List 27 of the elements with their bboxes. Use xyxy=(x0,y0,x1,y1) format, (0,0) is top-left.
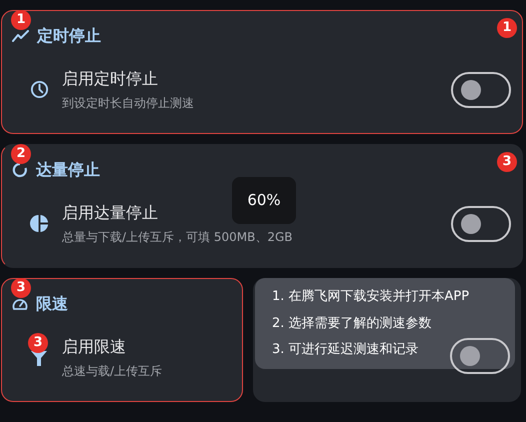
section-title: 达量停止 xyxy=(36,159,100,181)
ring-icon xyxy=(12,162,28,178)
percent-tooltip: 60% xyxy=(232,177,296,224)
annotation-marker: 3 xyxy=(11,278,31,298)
setting-label: 启用定时停止 xyxy=(62,68,159,90)
toggle-switch[interactable] xyxy=(451,72,511,108)
trend-icon xyxy=(12,30,29,42)
annotation-marker: 3 xyxy=(28,333,48,353)
instruction-step: 1. 在腾飞网下载安装并打开本APP xyxy=(272,287,470,306)
annotation-marker: 3 xyxy=(497,152,517,172)
toggle-switch[interactable] xyxy=(450,338,510,374)
section-title: 限速 xyxy=(36,293,68,315)
instruction-step: 2. 选择需要了解的测速参数 xyxy=(272,314,432,333)
setting-label: 启用限速 xyxy=(62,336,127,358)
clock-icon xyxy=(30,80,48,99)
gauge-icon xyxy=(12,297,28,311)
setting-description: 总量与下载/上传互斥，可填 500MB、2GB xyxy=(62,229,294,246)
setting-description: 总速与载/上传互斥 xyxy=(62,363,164,380)
annotation-marker: 1 xyxy=(497,18,517,38)
setting-label: 启用达量停止 xyxy=(62,202,159,224)
toggle-switch[interactable] xyxy=(451,206,511,242)
pie-chart-icon xyxy=(30,214,48,233)
section-title: 定时停止 xyxy=(37,25,101,47)
instruction-step: 3. 可进行延迟测速和记录 xyxy=(272,340,419,360)
setting-description: 到设定时长自动停止测速 xyxy=(62,95,195,112)
annotation-marker: 1 xyxy=(11,10,31,30)
annotation-marker: 2 xyxy=(11,144,31,164)
